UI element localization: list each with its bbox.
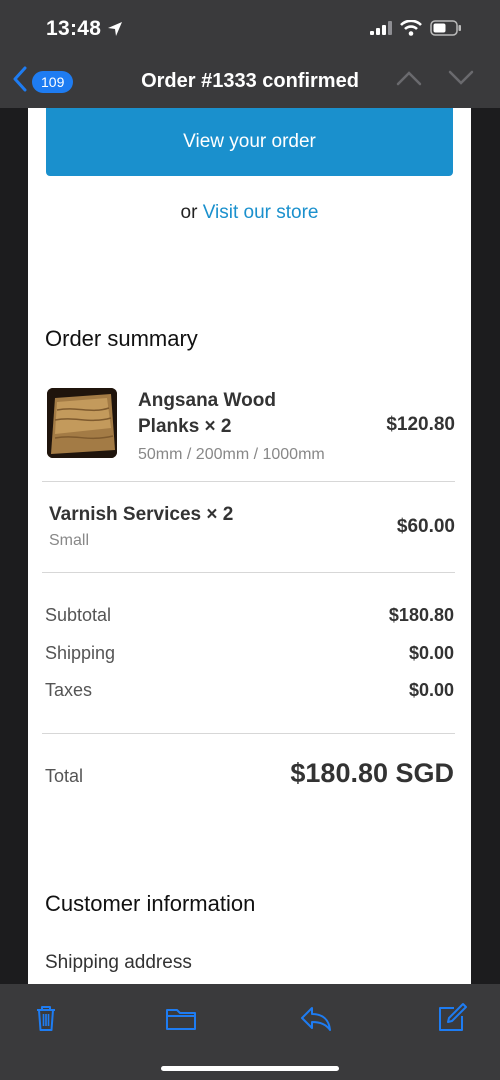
order-item: Varnish Services × 2 Small $60.00 <box>45 502 455 562</box>
home-indicator <box>161 1066 339 1071</box>
battery-icon <box>430 20 462 41</box>
divider <box>42 572 455 573</box>
visit-prefix: or <box>180 202 198 223</box>
item-variant: Small <box>49 532 90 549</box>
subtotal-value: $180.80 <box>388 605 454 625</box>
subtotal-label: Subtotal <box>45 605 112 625</box>
trash-icon[interactable] <box>28 1002 64 1034</box>
shipping-value: $0.00 <box>408 643 454 663</box>
taxes-value: $0.00 <box>408 680 454 700</box>
compose-icon[interactable] <box>434 1002 470 1034</box>
status-indicators <box>370 19 462 41</box>
nav-bar: 109 Order #1333 confirmed <box>0 58 500 108</box>
message-nav <box>396 70 474 91</box>
reply-icon[interactable] <box>298 1002 334 1034</box>
item-name-line1: Angsana Wood <box>138 390 276 411</box>
item-price: $120.80 <box>386 414 455 435</box>
chevron-down-icon[interactable] <box>448 70 474 91</box>
order-summary-heading: Order summary <box>45 326 198 351</box>
item-variant: 50mm / 200mm / 1000mm <box>138 446 325 463</box>
shipping-label: Shipping <box>45 643 116 663</box>
signal-icon <box>370 21 392 40</box>
total-value: $180.80 SGD <box>290 758 454 788</box>
customer-information-heading: Customer information <box>45 891 256 916</box>
total-label: Total <box>45 766 84 786</box>
product-thumbnail <box>47 388 117 458</box>
wifi-icon <box>400 19 422 41</box>
location-arrow-icon <box>106 20 124 43</box>
visit-store-link[interactable]: Visit our store <box>203 202 319 223</box>
item-name-line2: Planks × 2 <box>138 416 232 437</box>
divider <box>42 733 455 734</box>
view-order-button[interactable]: View your order <box>46 108 453 176</box>
taxes-row: Taxes $0.00 <box>45 680 454 701</box>
chevron-up-icon[interactable] <box>396 70 422 91</box>
visit-store-line: or Visit our store <box>28 202 471 224</box>
email-body: View your order or Visit our store Order… <box>28 108 471 984</box>
folder-icon[interactable] <box>163 1002 199 1034</box>
status-bar: 13:48 <box>0 0 500 58</box>
item-price: $60.00 <box>396 516 455 537</box>
shipping-row: Shipping $0.00 <box>45 643 454 664</box>
taxes-label: Taxes <box>45 680 93 700</box>
divider <box>42 481 455 482</box>
item-name: Varnish Services × 2 <box>49 504 234 525</box>
status-time: 13:48 <box>46 17 102 40</box>
subtotal-row: Subtotal $180.80 <box>45 605 454 626</box>
shipping-address-label: Shipping address <box>45 952 192 973</box>
order-item: Angsana Wood Planks × 2 50mm / 200mm / 1… <box>45 388 455 468</box>
